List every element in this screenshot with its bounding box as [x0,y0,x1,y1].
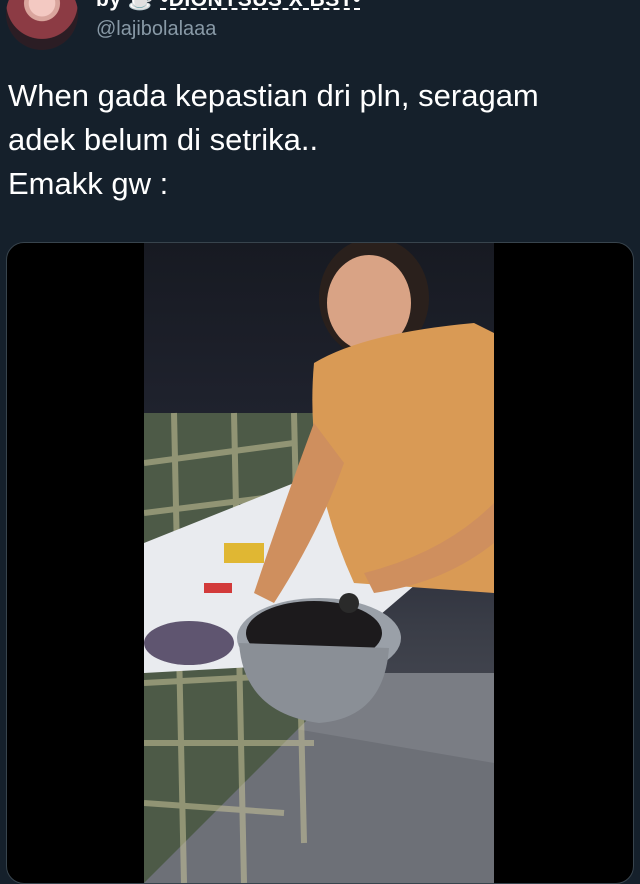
tweet-text: When gada kepastian dri pln, seragam ade… [8,74,628,206]
display-name-main: •DIONYSUS X BST• [161,0,361,11]
video-player[interactable] [144,243,494,883]
display-name-prefix: by [96,0,122,11]
tweet-text-line: Emakk gw : [8,166,169,201]
tweet-header: by ☕ •DIONYSUS X BST• @lajibolalaaa [0,0,640,58]
display-name[interactable]: by ☕ •DIONYSUS X BST• [96,0,361,12]
emoji-icon: ☕ [128,0,155,11]
user-handle[interactable]: @lajibolalaaa [96,18,216,41]
tweet-media[interactable] [6,242,634,884]
tweet-text-line: When gada kepastian dri pln, seragam [8,78,539,113]
avatar[interactable] [6,0,78,50]
tweet-text-line: adek belum di setrika.. [8,122,319,157]
video-frame [144,243,494,883]
